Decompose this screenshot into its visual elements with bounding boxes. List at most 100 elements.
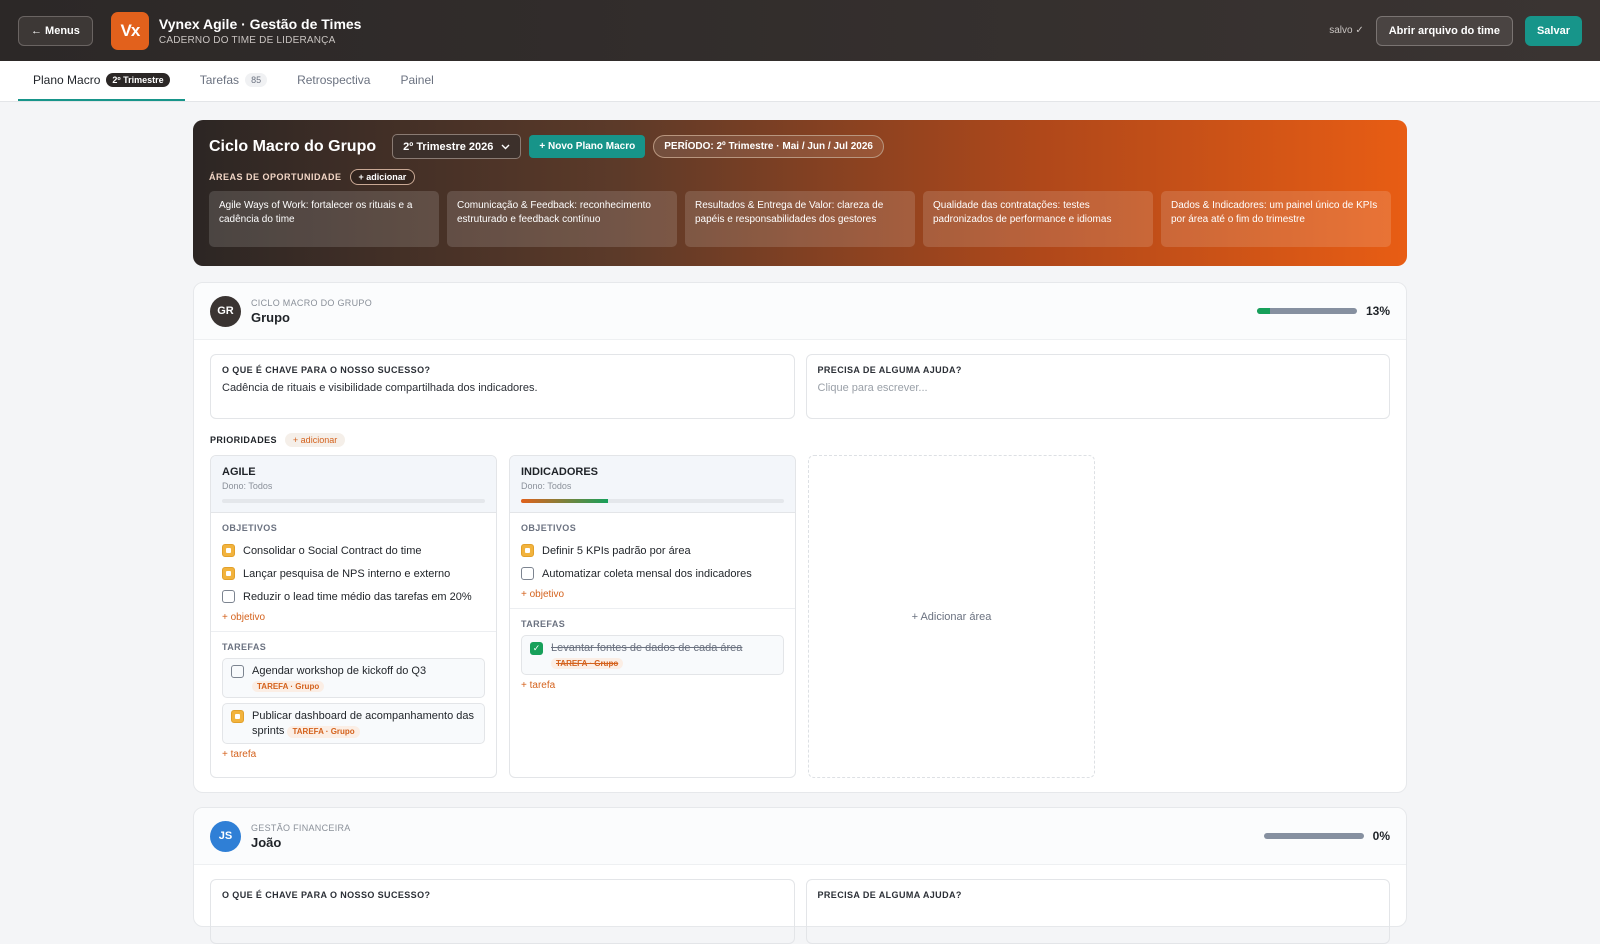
app-title: Vynex Agile · Gestão de Times	[158, 15, 362, 32]
tab-plano-macro[interactable]: Plano Macro 2º Trimestre	[18, 61, 185, 101]
section-kicker: GESTÃO FINANCEIRA	[251, 822, 351, 833]
objective-checkbox[interactable]	[222, 567, 235, 580]
opportunity-card[interactable]: Dados & Indicadores: um painel único de …	[1161, 191, 1391, 247]
priority-progress-fill	[521, 499, 608, 503]
key-to-success-box[interactable]: O QUE É CHAVE PARA O NOSSO SUCESSO?	[210, 879, 795, 944]
qa-label: PRECISA DE ALGUMA AJUDA?	[817, 890, 962, 900]
opportunity-areas-label: ÁREAS DE OPORTUNIDADE	[209, 172, 342, 182]
menus-button[interactable]: ← Menus	[18, 15, 93, 46]
task-item: Agendar workshop de kickoff do Q3 TAREFA…	[222, 658, 485, 699]
section-header: JS GESTÃO FINANCEIRA João 0%	[194, 808, 1406, 865]
section-name: João	[251, 834, 282, 850]
add-task-link[interactable]: + tarefa	[222, 749, 485, 760]
section-name: Grupo	[251, 309, 290, 325]
task-checkbox[interactable]	[231, 710, 244, 724]
objectives-label: OBJETIVOS	[222, 523, 278, 533]
app-titles: Vynex Agile · Gestão de Times CADERNO DO…	[159, 16, 362, 46]
objective-checkbox[interactable]	[521, 544, 534, 557]
need-help-box[interactable]: PRECISA DE ALGUMA AJUDA?	[805, 879, 1390, 944]
task-tag: TAREFA · Grupo	[287, 725, 360, 738]
priority-progress-bar	[521, 499, 784, 503]
app-subtitle: CADERNO DO TIME DE LIDERANÇA	[158, 34, 336, 46]
objective-checkbox[interactable]	[222, 590, 235, 603]
add-area-button[interactable]: + Adicionar área	[808, 455, 1095, 778]
avatar: GR	[210, 295, 241, 327]
macro-cycle-header: Ciclo Macro do Grupo 2º Trimestre 2026 +…	[193, 120, 1407, 266]
save-button[interactable]: Salvar	[1524, 15, 1582, 46]
add-objective-link[interactable]: + objetivo	[521, 589, 784, 600]
task-item: ✓ Levantar fontes de dados de cada área …	[521, 635, 784, 676]
tab-label: Retrospectiva	[297, 73, 371, 87]
add-objective-link[interactable]: + objetivo	[222, 612, 485, 623]
task-text[interactable]: Publicar dashboard de acompanhamento das…	[252, 710, 474, 736]
tab-retrospectiva[interactable]: Retrospectiva	[282, 61, 385, 101]
progress-percent: 0%	[1372, 829, 1390, 843]
need-help-placeholder: Clique para escrever...	[817, 382, 928, 394]
objective-text[interactable]: Automatizar coleta mensal dos indicadore…	[542, 568, 752, 580]
page-title: Ciclo Macro do Grupo	[209, 137, 377, 155]
objective-item: Definir 5 KPIs padrão por área	[521, 539, 784, 562]
objective-item: Consolidar o Social Contract do time	[222, 539, 485, 562]
task-text[interactable]: Levantar fontes de dados de cada área	[551, 641, 742, 655]
task-checkbox[interactable]	[231, 665, 244, 678]
objective-text[interactable]: Reduzir o lead time médio das tarefas em…	[243, 591, 472, 603]
task-text[interactable]: Agendar workshop de kickoff do Q3	[252, 664, 426, 678]
priority-card-agile: AGILE Dono: Todos OBJETIVOS Consolidar o…	[210, 455, 497, 778]
opportunity-card[interactable]: Resultados & Entrega de Valor: clareza d…	[685, 191, 915, 247]
objective-item: Lançar pesquisa de NPS interno e externo	[222, 562, 485, 585]
avatar: JS	[210, 820, 241, 852]
section-progress: 13%	[1256, 304, 1390, 318]
priority-progress-bar	[222, 499, 485, 503]
priority-title[interactable]: INDICADORES	[521, 466, 784, 478]
objective-item: Reduzir o lead time médio das tarefas em…	[222, 585, 485, 608]
tab-label: Tarefas	[199, 73, 240, 87]
tab-painel[interactable]: Painel	[385, 61, 448, 101]
section-kicker: CICLO MACRO DO GRUPO	[251, 297, 373, 308]
tasks-label: TAREFAS	[521, 619, 566, 629]
priority-cards: AGILE Dono: Todos OBJETIVOS Consolidar o…	[194, 455, 1406, 792]
task-checkbox-checked[interactable]: ✓	[530, 642, 543, 655]
priorities-header: PRIORIDADES + adicionar	[194, 419, 1406, 455]
objective-text[interactable]: Lançar pesquisa de NPS interno e externo	[243, 568, 450, 580]
saved-status: salvo ✓	[1329, 25, 1364, 36]
objective-text[interactable]: Consolidar o Social Contract do time	[243, 545, 422, 557]
objective-checkbox[interactable]	[222, 544, 235, 557]
quarter-select-value: 2º Trimestre 2026	[403, 140, 494, 153]
main-content: Ciclo Macro do Grupo 2º Trimestre 2026 +…	[193, 120, 1407, 944]
period-badge: PERÍODO: 2º Trimestre · Mai / Jun / Jul …	[653, 135, 884, 158]
app-logo: Vx	[110, 11, 149, 50]
priorities-label: PRIORIDADES	[210, 435, 277, 445]
add-opportunity-button[interactable]: + adicionar	[349, 169, 416, 185]
tab-bar: Plano Macro 2º Trimestre Tarefas 85 Retr…	[0, 61, 1600, 102]
add-priority-button[interactable]: + adicionar	[284, 433, 346, 447]
tab-label: Painel	[400, 73, 434, 87]
quarter-select[interactable]: 2º Trimestre 2026	[392, 134, 522, 159]
new-macro-plan-button[interactable]: + Novo Plano Macro	[529, 135, 646, 158]
opportunity-cards: Agile Ways of Work: fortalecer os rituai…	[209, 191, 1391, 247]
priority-owner: Dono: Todos	[222, 481, 273, 491]
objectives-label: OBJETIVOS	[521, 523, 577, 533]
need-help-box[interactable]: PRECISA DE ALGUMA AJUDA? Clique para esc…	[805, 354, 1390, 419]
opportunity-card[interactable]: Qualidade das contratações: testes padro…	[923, 191, 1153, 247]
tab-tarefas[interactable]: Tarefas 85	[185, 61, 282, 101]
qa-row: O QUE É CHAVE PARA O NOSSO SUCESSO? PREC…	[194, 865, 1406, 944]
opportunity-card[interactable]: Agile Ways of Work: fortalecer os rituai…	[209, 191, 439, 247]
team-section-joao: JS GESTÃO FINANCEIRA João 0% O QUE É CHA…	[193, 807, 1407, 944]
objective-checkbox[interactable]	[521, 567, 534, 580]
objective-text[interactable]: Definir 5 KPIs padrão por área	[542, 545, 691, 557]
tab-label: Plano Macro	[33, 73, 101, 87]
top-bar: ← Menus Vx Vynex Agile · Gestão de Times…	[0, 0, 1600, 61]
team-section-grupo: GR CICLO MACRO DO GRUPO Grupo 13% O QUE …	[193, 282, 1407, 793]
add-task-link[interactable]: + tarefa	[521, 680, 784, 691]
key-to-success-box[interactable]: O QUE É CHAVE PARA O NOSSO SUCESSO? Cadê…	[210, 354, 795, 419]
progress-percent: 13%	[1365, 304, 1390, 318]
qa-label: PRECISA DE ALGUMA AJUDA?	[817, 365, 962, 375]
priority-title[interactable]: AGILE	[222, 466, 485, 478]
tasks-label: TAREFAS	[222, 642, 267, 652]
tab-badge: 2º Trimestre	[106, 73, 170, 87]
open-team-file-button[interactable]: Abrir arquivo do time	[1375, 15, 1513, 46]
section-header: GR CICLO MACRO DO GRUPO Grupo 13%	[194, 283, 1406, 340]
opportunity-card[interactable]: Comunicação & Feedback: reconhecimento e…	[447, 191, 677, 247]
objective-item: Automatizar coleta mensal dos indicadore…	[521, 562, 784, 585]
task-tag: TAREFA · Grupo	[551, 658, 624, 670]
